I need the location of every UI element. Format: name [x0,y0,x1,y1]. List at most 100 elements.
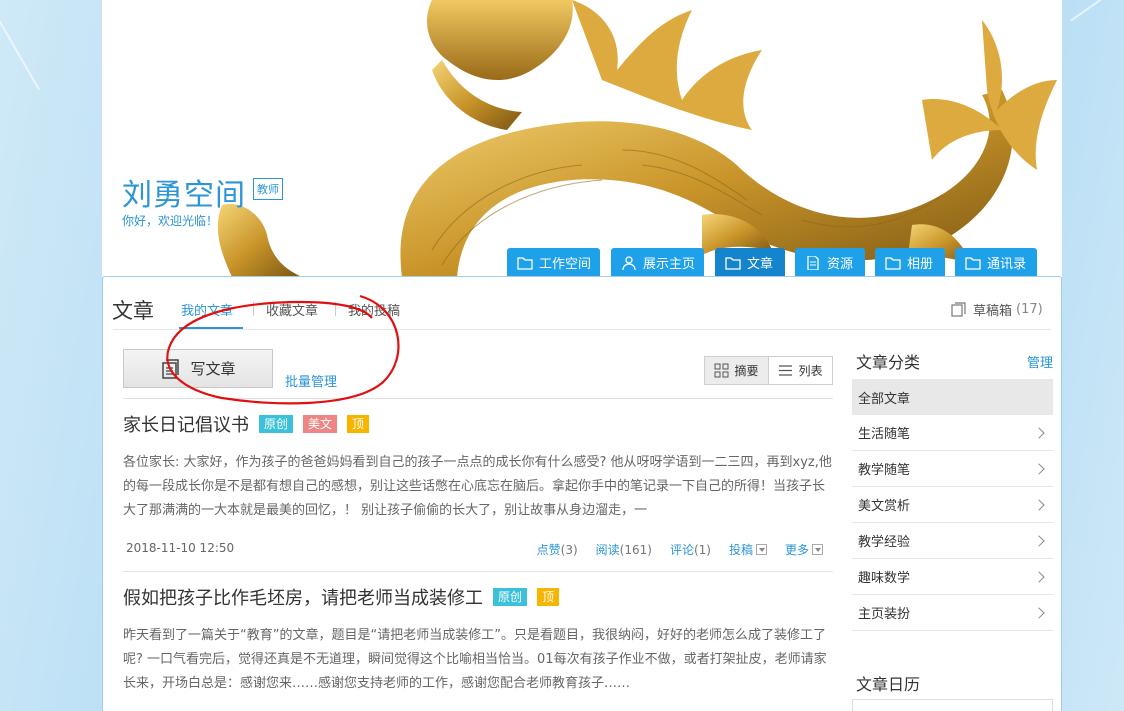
article-title[interactable]: 假如把孩子比作毛坯房，请把老师当成装修工 [123,584,483,610]
category-label: 主页装扮 [858,607,911,622]
article-item: 假如把孩子比作毛坯房，请把老师当成装修工 原创 顶 昨天看到了一篇关于“教育”的… [123,584,833,696]
articles-panel: 文章 我的文章 收藏文章 我的投稿 草稿箱 (17) 写文章 批量管理 摘要 列… [102,276,1062,711]
category-item[interactable]: 趣味数学 [852,559,1053,595]
nav-contacts[interactable]: 通讯录 [955,248,1037,277]
category-label: 教学随笔 [858,463,911,478]
category-label: 生活随笔 [858,427,911,442]
list-divider [123,398,833,399]
dropdown-arrow-icon [755,544,767,555]
view-summary-button[interactable]: 摘要 [705,357,769,384]
like-label: 点赞 [536,543,561,557]
dropdown-arrow-icon [812,544,823,555]
nav-label: 通讯录 [987,257,1027,272]
tag-original: 原创 [259,415,294,433]
tabs-bar: 文章 我的文章 收藏文章 我的投稿 草稿箱 (17) [103,277,1061,330]
tab-favorite-articles[interactable]: 收藏文章 [266,300,318,319]
site-title: 刘勇空间 [122,178,246,213]
view-list-button[interactable]: 列表 [769,357,832,384]
drafts-icon [951,302,966,317]
nav-label: 资源 [827,257,854,272]
welcome-text: 你好，欢迎光临！ [122,214,219,228]
category-title: 文章分类 [856,353,921,372]
category-item[interactable]: 主页装扮 [852,595,1053,631]
category-label: 教学经验 [858,535,911,550]
write-article-label: 写文章 [190,360,236,378]
submit-dropdown[interactable]: 投稿 [729,541,767,558]
category-list: 全部文章 生活随笔 教学随笔 美文赏析 教学经验 趣味数学 主页装扮 [852,379,1053,631]
nav-label: 工作空间 [539,257,592,272]
read-count: (161) [619,543,652,557]
like-count: (3) [560,543,578,557]
folder-icon [965,256,981,270]
chevron-right-icon [1033,498,1045,511]
comment-link[interactable]: 评论(1) [670,541,711,558]
category-item-all[interactable]: 全部文章 [852,379,1053,415]
list-icon [779,365,793,376]
write-article-button[interactable]: 写文章 [123,349,273,388]
view-list-label: 列表 [798,364,823,378]
tag-pinned: 顶 [347,415,370,433]
tag-pinned: 顶 [537,588,560,606]
batch-manage-link[interactable]: 批量管理 [285,371,337,390]
view-summary-label: 摘要 [734,364,759,378]
folder-icon [725,256,741,270]
nav-resources[interactable]: 资源 [795,248,865,277]
article-title[interactable]: 家长日记倡议书 [123,411,249,437]
category-item[interactable]: 生活随笔 [852,415,1053,451]
nav-label: 相册 [907,257,934,272]
comment-count: (1) [693,543,711,557]
teacher-badge: 教师 [253,178,283,200]
background-streak [1070,0,1124,22]
calendar-widget[interactable] [852,699,1053,711]
dragon-banner-image [217,0,1057,277]
folder-icon [517,256,533,270]
nav-workspace[interactable]: 工作空间 [507,248,600,277]
category-item[interactable]: 教学随笔 [852,451,1053,487]
more-dropdown[interactable]: 更多 [785,541,823,558]
banner: 刘勇空间 教师 你好，欢迎光临！ 工作空间 展示主页 文章 资源 相册 通讯录 [102,0,1062,277]
view-toggle: 摘要 列表 [704,356,833,385]
category-manage-link[interactable]: 管理 [1027,352,1053,371]
like-link[interactable]: 点赞(3) [537,541,578,558]
chevron-right-icon [1033,570,1045,583]
write-document-icon [162,358,180,379]
drafts-label: 草稿箱 [973,304,1013,319]
article-title-row: 假如把孩子比作毛坯房，请把老师当成装修工 原创 顶 [123,584,833,610]
category-label: 全部文章 [858,391,911,407]
article-actions: 点赞(3) 阅读(161) 评论(1) 投稿 更多 [537,541,823,558]
article-meta: 2018-11-10 12:50 点赞(3) 阅读(161) 评论(1) 投稿 … [123,541,833,561]
tab-my-submissions[interactable]: 我的投稿 [348,300,400,319]
read-label: 阅读 [595,543,620,557]
category-item[interactable]: 美文赏析 [852,487,1053,523]
submit-label: 投稿 [728,543,753,557]
tag-original: 原创 [493,588,528,606]
nav-album[interactable]: 相册 [875,248,945,277]
category-header: 文章分类 管理 [852,347,1053,375]
category-label: 美文赏析 [858,499,911,514]
article-date: 2018-11-10 12:50 [126,541,235,555]
chevron-right-icon [1033,462,1045,475]
article-divider [123,571,833,572]
tab-divider [253,302,254,316]
folder-icon [885,256,901,270]
article-excerpt: 昨天看到了一篇关于“教育”的文章，题目是“请把老师当成装修工”。只是看题目，我很… [123,628,827,691]
read-link[interactable]: 阅读(161) [596,541,652,558]
tab-my-articles[interactable]: 我的文章 [181,300,233,319]
tab-divider [335,302,336,316]
drafts-count: (17) [1016,302,1043,317]
comment-label: 评论 [669,543,694,557]
article-item: 家长日记倡议书 原创 美文 顶 各位家长: 大家好，作为孩子的爸爸妈妈看到自己的… [123,411,833,561]
category-label: 趣味数学 [858,571,911,586]
user-icon [622,255,636,270]
tabs-divider-line [113,329,1051,330]
chevron-right-icon [1033,426,1045,439]
nav-articles[interactable]: 文章 [715,248,785,277]
more-label: 更多 [784,543,809,557]
article-title-row: 家长日记倡议书 原创 美文 顶 [123,411,833,437]
grid-icon [714,363,729,378]
calendar-title: 文章日历 [856,675,921,694]
drafts-link[interactable]: 草稿箱 (17) [951,300,1043,319]
nav-homepage[interactable]: 展示主页 [611,248,704,277]
category-item[interactable]: 教学经验 [852,523,1053,559]
article-excerpt: 各位家长: 大家好，作为孩子的爸爸妈妈看到自己的孩子一点点的成长你有什么感受? … [123,455,832,518]
